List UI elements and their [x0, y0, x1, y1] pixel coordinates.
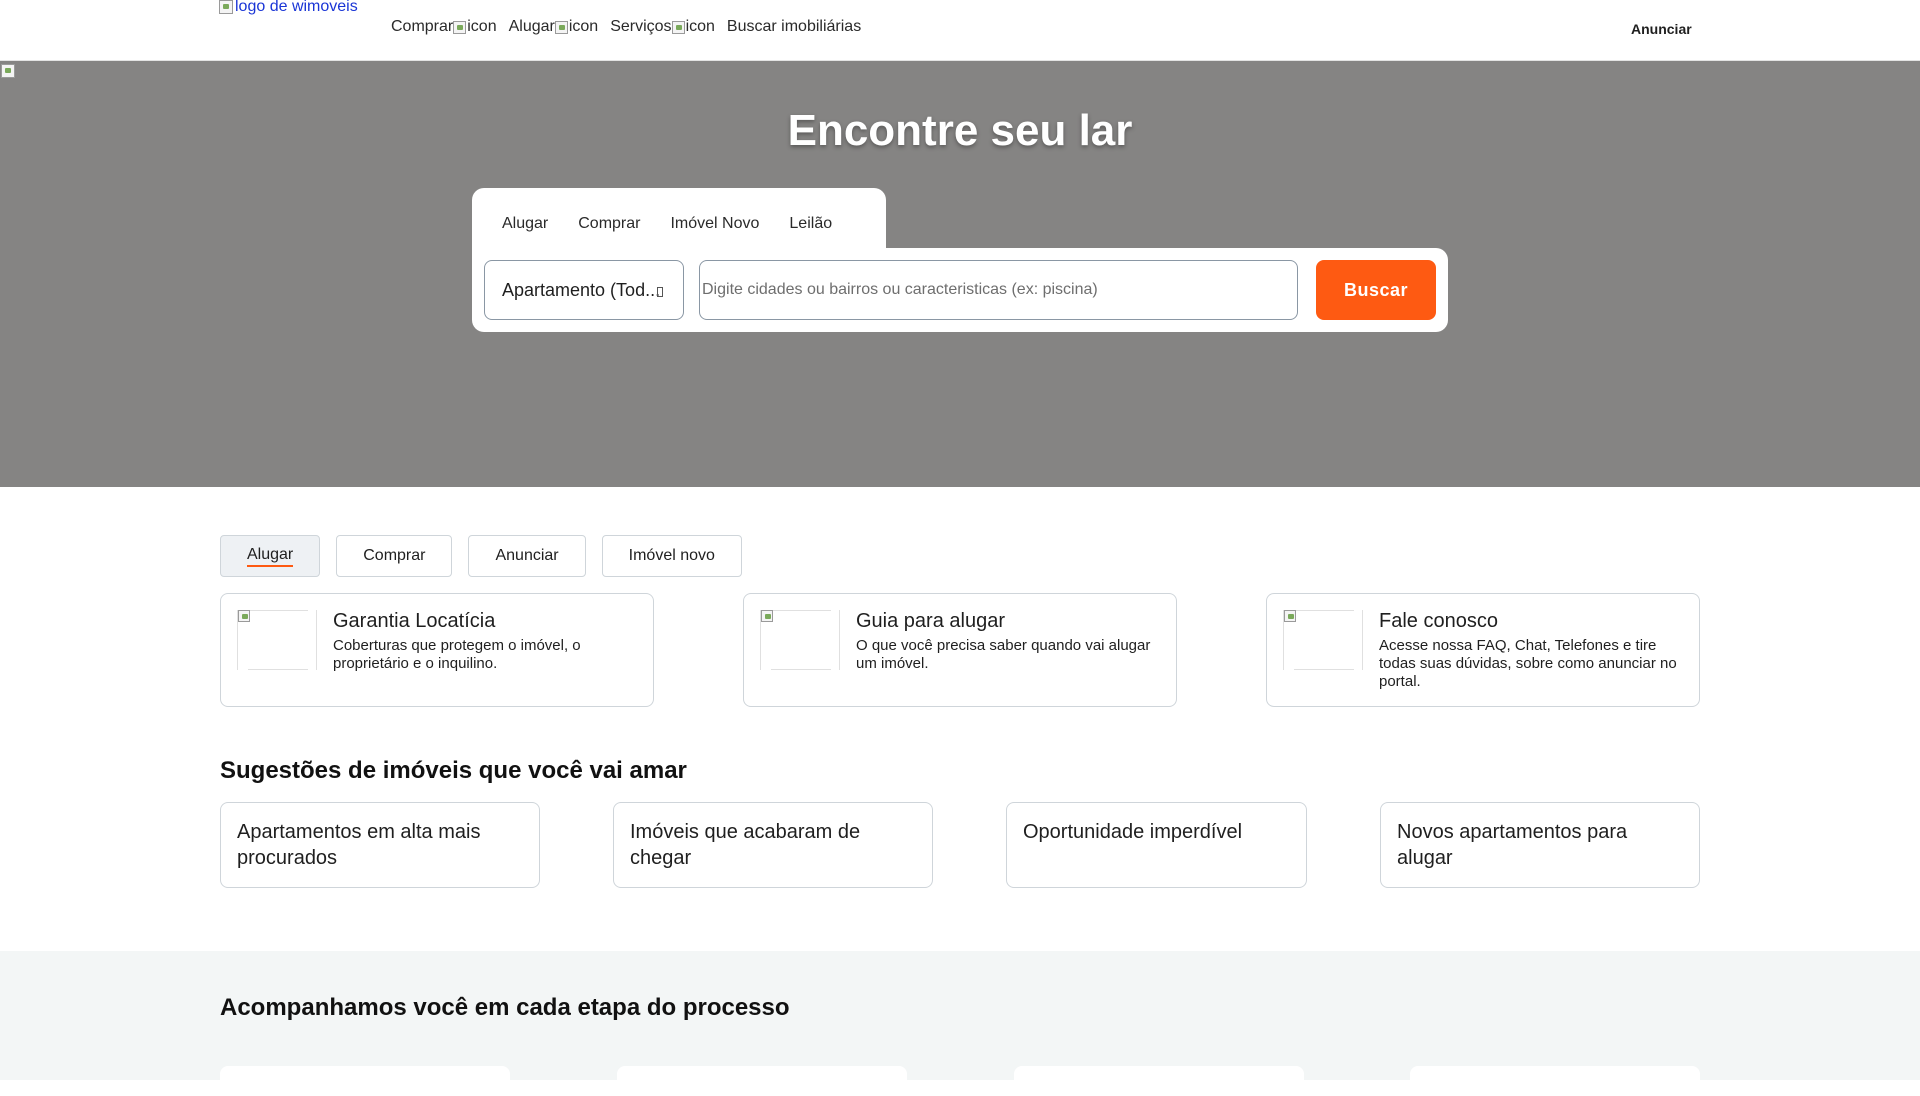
property-type-select[interactable]: Apartamento (Tod... — [484, 260, 684, 320]
suggestion-card[interactable]: Novos apartamentos para alugar — [1380, 802, 1700, 888]
broken-image-icon — [238, 610, 250, 622]
broken-image-icon — [671, 20, 685, 34]
nav-item-alugar[interactable]: Alugar icon — [509, 18, 599, 36]
chip-label: Comprar — [363, 547, 426, 564]
nav-label-servicos: Serviços — [610, 18, 672, 35]
chip-alugar[interactable]: Alugar — [220, 535, 321, 577]
service-description: O que você precisa saber quando vai alug… — [856, 637, 1151, 672]
hero-background-image — [1, 64, 15, 78]
property-type-value: Apartamento (Tod... — [502, 279, 661, 300]
search-button[interactable]: Buscar — [1316, 260, 1436, 320]
chip-anunciar[interactable]: Anunciar — [468, 535, 586, 577]
service-thumbnail — [1283, 610, 1363, 670]
broken-image-icon — [761, 610, 773, 622]
process-card — [1014, 1066, 1304, 1096]
nav-label-comprar: Comprar — [391, 18, 454, 35]
service-description: Coberturas que protegem o imóvel, o prop… — [333, 637, 581, 672]
process-card — [220, 1066, 510, 1096]
process-section: Acompanhamos você em cada etapa do proce… — [0, 951, 1920, 1096]
broken-image-icon — [1284, 610, 1296, 622]
site-logo[interactable]: logo de wimoveis — [219, 0, 358, 16]
tab-alugar[interactable]: Alugar — [487, 215, 563, 233]
process-card — [1410, 1066, 1700, 1096]
nav-label-buscar-imobiliarias: Buscar imobiliárias — [726, 18, 862, 35]
nav-label-alugar: Alugar — [508, 18, 555, 35]
hero-section: Encontre seu lar Alugar Comprar Imóvel N… — [0, 61, 1920, 487]
search-mode-tabs: Alugar Comprar Imóvel Novo Leilão — [472, 188, 886, 252]
chip-imovel-novo[interactable]: Imóvel novo — [601, 535, 742, 577]
nav-item-comprar[interactable]: Comprar icon — [391, 18, 497, 36]
tab-leilao[interactable]: Leilão — [774, 215, 847, 233]
service-title: Fale conosco — [1379, 610, 1498, 632]
suggestion-card[interactable]: Apartamentos em alta mais procurados — [220, 802, 540, 888]
icon-alt-text: icon — [568, 18, 599, 35]
process-card — [617, 1066, 907, 1096]
nav-item-servicos[interactable]: Serviços icon — [610, 18, 715, 36]
service-card-guia[interactable]: Guia para alugar O que você precisa sabe… — [743, 593, 1177, 707]
search-input[interactable] — [699, 260, 1298, 320]
icon-alt-text: icon — [685, 18, 715, 35]
process-heading: Acompanhamos você em cada etapa do proce… — [220, 994, 790, 1021]
search-panel: Apartamento (Tod... Buscar — [472, 248, 1448, 332]
service-title: Garantia Locatícia — [333, 610, 496, 632]
main-nav: Comprar icon Alugar icon Serviços icon B… — [391, 18, 873, 36]
suggestions-heading: Sugestões de imóveis que você vai amar — [220, 757, 687, 784]
anunciar-link[interactable]: Anunciar — [1631, 21, 1692, 37]
chevron-down-icon: icon — [671, 18, 715, 36]
broken-image-icon — [554, 20, 568, 34]
intent-chips: Alugar Comprar Anunciar Imóvel novo — [220, 535, 742, 577]
service-cards: Garantia Locatícia Coberturas que proteg… — [220, 593, 1700, 707]
chip-comprar[interactable]: Comprar — [336, 535, 453, 577]
suggestion-card[interactable]: Oportunidade imperdível — [1006, 802, 1307, 888]
site-header: logo de wimoveis Comprar icon Alugar ico… — [0, 0, 1920, 61]
icon-alt-text: icon — [467, 18, 497, 35]
chevron-down-icon: icon — [554, 18, 599, 36]
broken-image-icon — [219, 0, 233, 14]
tab-imovel-novo[interactable]: Imóvel Novo — [655, 215, 774, 233]
service-thumbnail — [237, 610, 317, 670]
suggestion-card[interactable]: Imóveis que acabaram de chegar — [613, 802, 933, 888]
service-title: Guia para alugar — [856, 610, 1005, 632]
chip-label: Imóvel novo — [628, 547, 715, 564]
hero-title: Encontre seu lar — [787, 106, 1133, 155]
service-card-garantia[interactable]: Garantia Locatícia Coberturas que proteg… — [220, 593, 654, 707]
broken-image-icon — [453, 20, 467, 34]
logo-alt-text: logo de wimoveis — [235, 0, 358, 15]
chip-label: Alugar — [247, 546, 294, 567]
chip-label: Anunciar — [495, 547, 559, 564]
tab-comprar[interactable]: Comprar — [563, 215, 655, 233]
chevron-down-icon: icon — [453, 18, 497, 36]
service-thumbnail — [760, 610, 840, 670]
service-card-fale-conosco[interactable]: Fale conosco Acesse nossa FAQ, Chat, Tel… — [1266, 593, 1700, 707]
nav-item-buscar-imobiliarias[interactable]: Buscar imobiliárias — [727, 18, 861, 36]
dropdown-caret-icon — [657, 287, 663, 297]
service-description: Acesse nossa FAQ, Chat, Telefones e tire… — [1379, 637, 1677, 690]
